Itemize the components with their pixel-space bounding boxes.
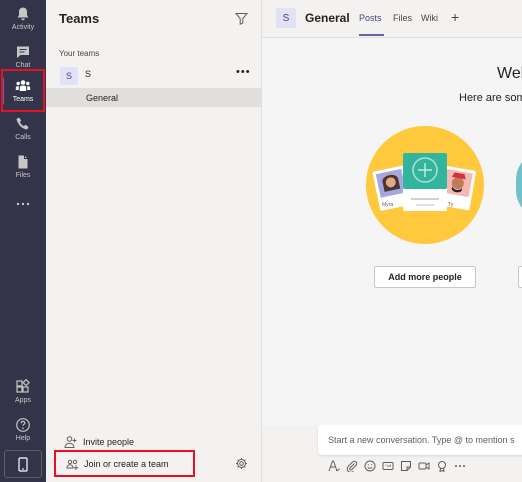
compose-toolbar (328, 458, 472, 474)
add-people-illustration: Myra Ty (366, 126, 484, 244)
mobile-app-button[interactable] (4, 450, 42, 478)
gear-icon[interactable] (235, 457, 248, 470)
invite-people-label: Invite people (83, 437, 135, 447)
teams-highlight-box (1, 69, 45, 112)
chat-icon (17, 46, 29, 58)
help-icon (16, 418, 30, 432)
rail-label-apps: Apps (15, 397, 31, 404)
tab-posts[interactable]: Posts (359, 13, 382, 23)
join-team-icon (66, 459, 79, 470)
praise-icon[interactable] (436, 460, 448, 472)
illustration-name-myra: Myra (382, 202, 393, 208)
rail-item-calls[interactable]: Calls (0, 110, 46, 148)
team-avatar: S (60, 67, 78, 85)
more-icon[interactable] (454, 460, 466, 472)
rail-label-help: Help (15, 435, 31, 442)
join-or-create-team-label: Join or create a team (84, 459, 169, 469)
compose-placeholder: Start a new conversation. Type @ to ment… (328, 435, 515, 445)
second-illustration-partial (516, 150, 522, 220)
team-row[interactable]: S S ••• (46, 64, 261, 86)
teams-panel: Teams Your teams S S ••• General Invite … (46, 0, 261, 482)
phone-icon (16, 117, 29, 130)
add-tab-button[interactable]: + (451, 9, 459, 25)
channel-title: General (305, 11, 350, 25)
rail-label-files: Files (15, 172, 31, 179)
gif-icon[interactable] (382, 460, 394, 472)
file-icon (18, 155, 28, 169)
channel-header: S General Posts Files Wiki + (262, 0, 522, 38)
tab-files[interactable]: Files (393, 13, 412, 23)
active-tab-indicator (359, 34, 384, 36)
your-teams-label: Your teams (59, 49, 100, 58)
compose-box[interactable]: Start a new conversation. Type @ to ment… (318, 425, 522, 455)
attach-icon[interactable] (346, 460, 358, 472)
mobile-icon (18, 456, 28, 472)
meet-now-icon[interactable] (418, 460, 430, 472)
channel-avatar: S (276, 8, 296, 28)
rail-item-more[interactable] (0, 185, 46, 223)
rail-item-files[interactable]: Files (0, 148, 46, 186)
join-or-create-team-button[interactable]: Join or create a team (54, 450, 195, 477)
emoji-icon[interactable] (364, 460, 376, 472)
channel-name: General (86, 93, 119, 103)
rail-item-help[interactable]: Help (0, 411, 46, 449)
rail-label-activity: Activity (11, 24, 35, 31)
tab-wiki[interactable]: Wiki (421, 13, 438, 23)
illustration-name-ty: Ty (448, 202, 454, 208)
main-area: S General Posts Files Wiki + Wel Here ar… (261, 0, 522, 482)
ellipsis-icon (16, 202, 30, 206)
panel-title: Teams (59, 11, 100, 26)
rail-item-activity[interactable]: Activity (0, 0, 46, 38)
welcome-canvas: Wel Here are som Myra Ty Add more people (262, 38, 522, 426)
team-name: S (85, 69, 92, 79)
invite-people-icon (64, 436, 77, 448)
more-options-icon[interactable]: ••• (236, 66, 251, 78)
bell-icon (17, 7, 29, 21)
welcome-subtitle: Here are som (459, 92, 522, 104)
welcome-heading: Wel (497, 65, 522, 82)
second-action-button-partial[interactable] (518, 266, 522, 288)
channel-item-general[interactable]: General (46, 88, 261, 107)
invite-people-item[interactable]: Invite people (46, 432, 261, 452)
filter-icon[interactable] (235, 12, 248, 25)
rail-item-apps[interactable]: Apps (0, 373, 46, 411)
rail-label-calls: Calls (15, 134, 31, 141)
sticker-icon[interactable] (400, 460, 412, 472)
format-icon[interactable] (328, 460, 340, 472)
apps-icon (16, 379, 30, 393)
add-more-people-button[interactable]: Add more people (374, 266, 476, 288)
